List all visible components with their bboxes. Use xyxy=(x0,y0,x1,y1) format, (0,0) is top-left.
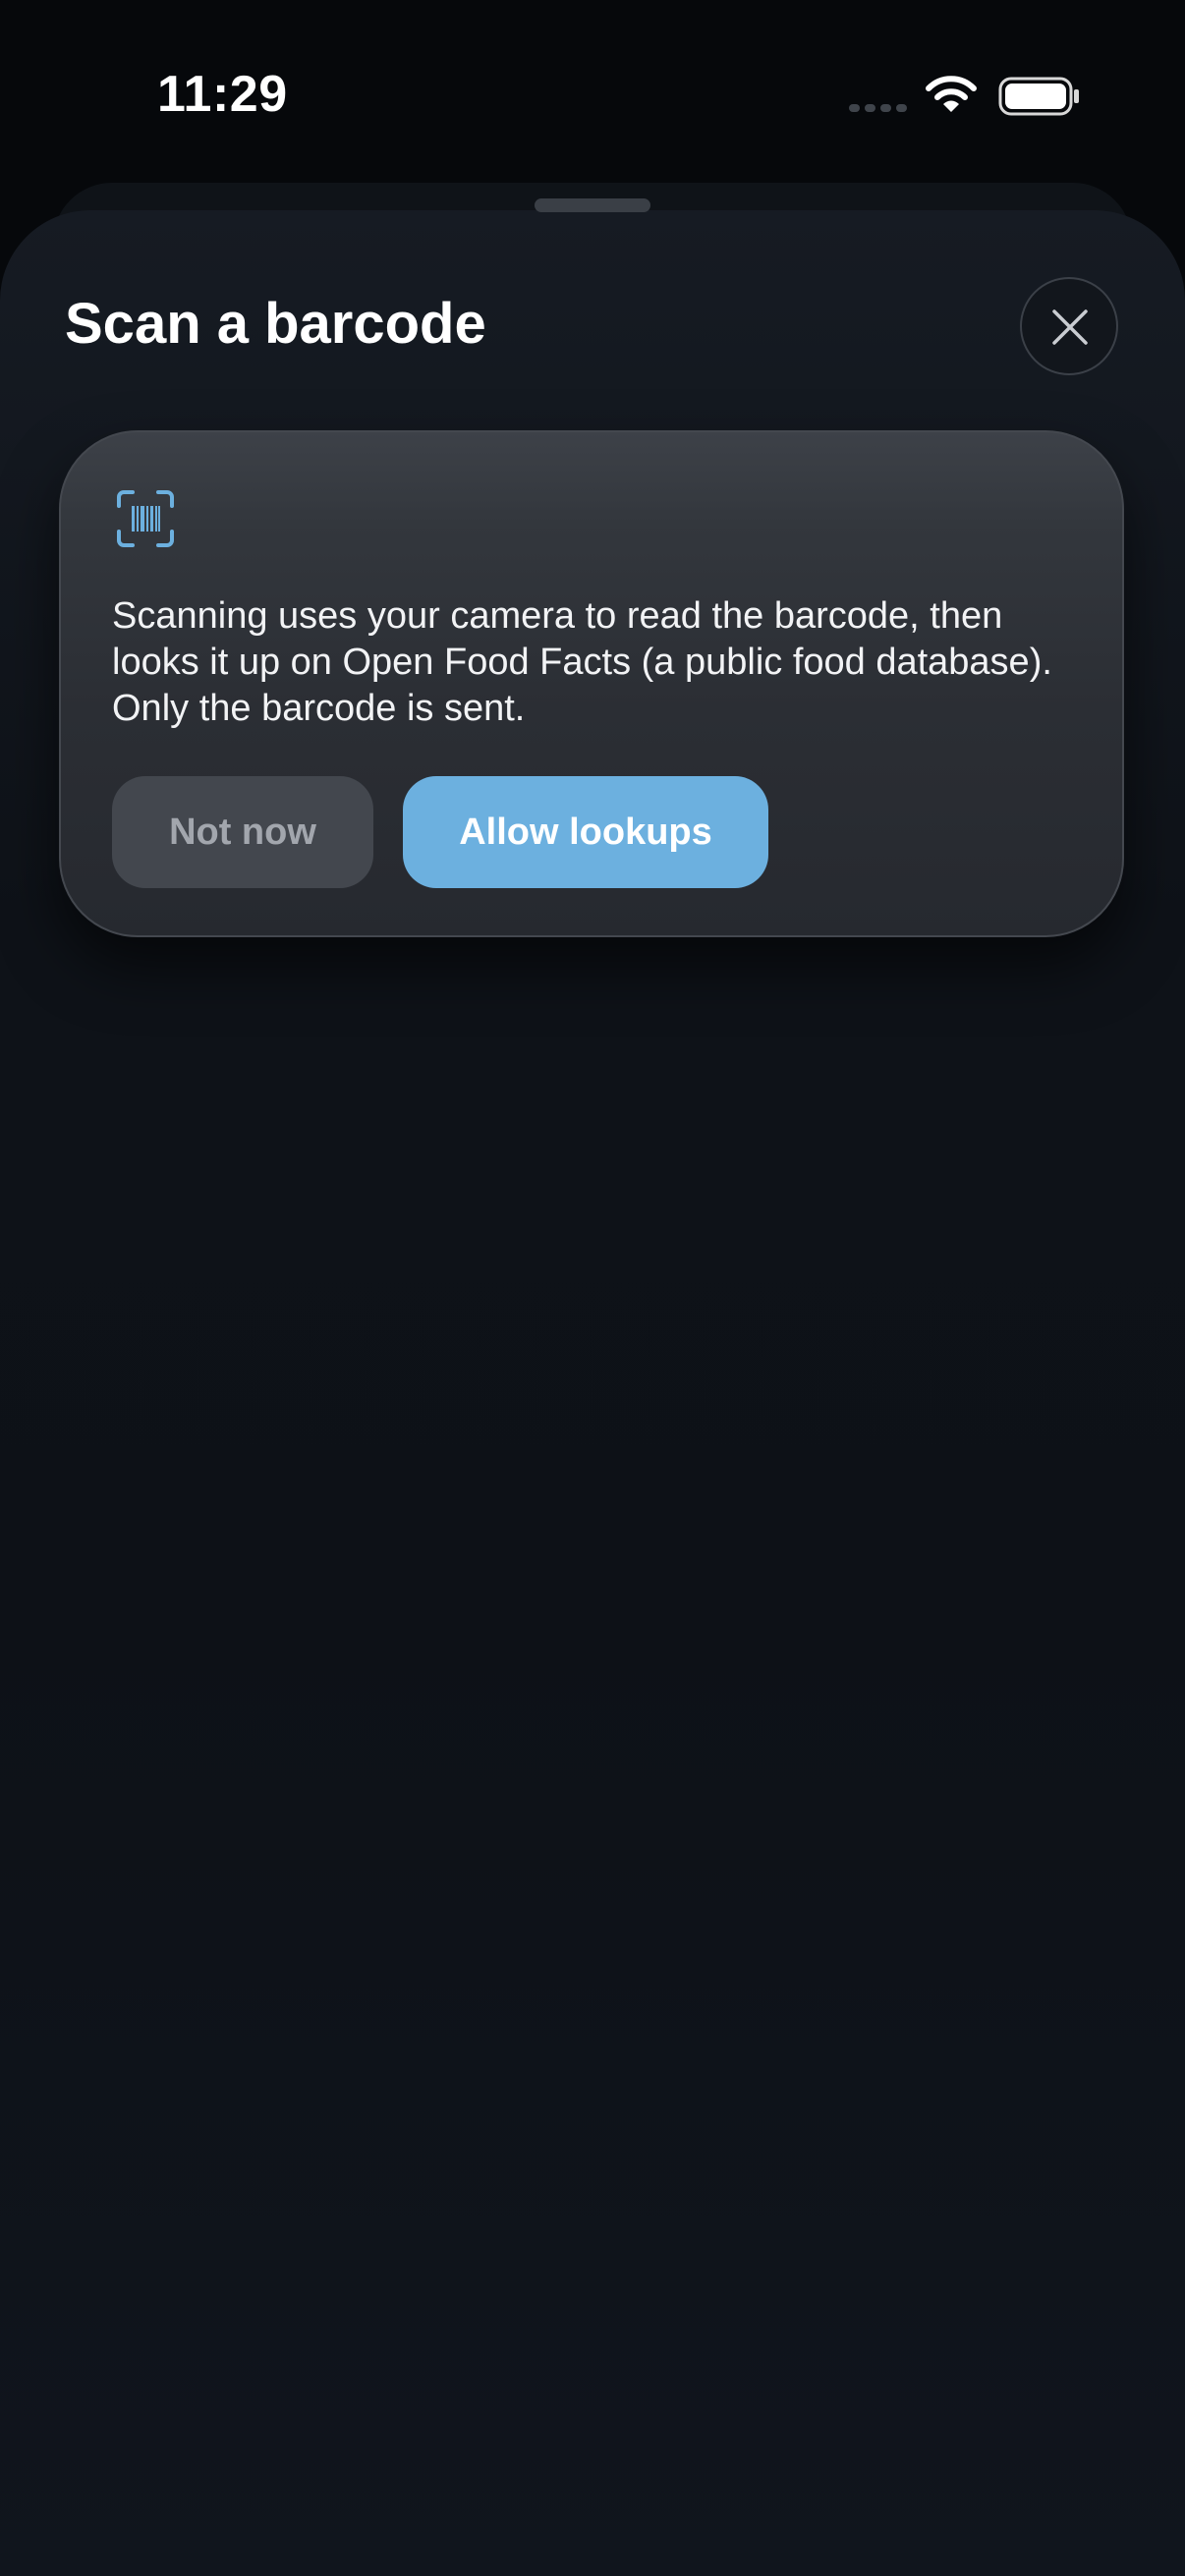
not-now-button[interactable]: Not now xyxy=(112,776,373,888)
wifi-icon xyxy=(926,76,977,112)
close-icon xyxy=(1052,309,1088,345)
status-bar: 11:29 xyxy=(0,0,1185,187)
battery-icon xyxy=(998,77,1079,116)
status-time: 11:29 xyxy=(157,66,288,123)
page-title: Scan a barcode xyxy=(65,292,486,356)
signal-icon xyxy=(849,104,907,112)
consent-message: Scanning uses your camera to read the ba… xyxy=(112,595,1052,729)
close-button[interactable] xyxy=(1020,277,1118,375)
sheet-grabber[interactable] xyxy=(535,198,650,212)
allow-lookups-button[interactable]: Allow lookups xyxy=(403,776,768,888)
barcode-scan-icon xyxy=(117,490,174,547)
consent-card: Scanning uses your camera to read the ba… xyxy=(59,430,1124,937)
